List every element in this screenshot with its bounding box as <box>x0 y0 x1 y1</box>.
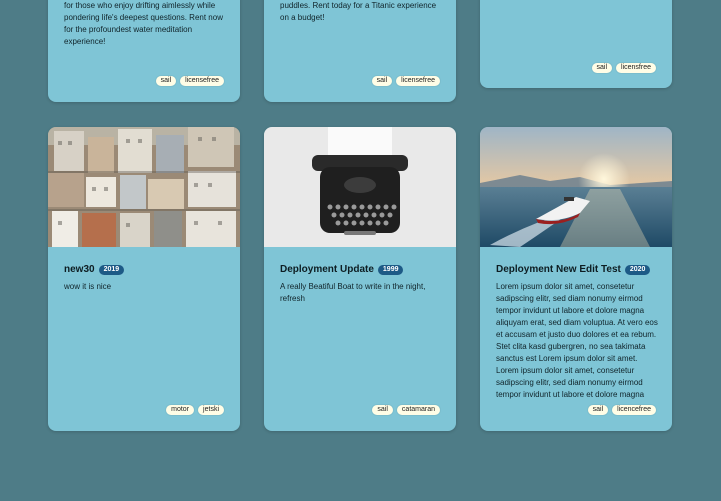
card-title-row: Deployment Update 1999 <box>280 264 404 275</box>
card-description: Lorem ipsum dolor sit amet, consetetur s… <box>496 282 658 399</box>
card-tags: sail licencefree <box>587 405 656 415</box>
boat-card[interactable]: Deployment Update 1999 A really Beatiful… <box>264 127 456 431</box>
card-tags: sail licensefree <box>371 76 440 86</box>
city-rooftops-photo <box>48 127 240 247</box>
year-badge: 2019 <box>98 264 125 275</box>
card-title[interactable]: Deployment Update <box>280 264 374 275</box>
speedboat-sunset-photo <box>480 127 672 247</box>
boat-listing-grid: for those who enjoy drifting aimlessly w… <box>0 0 721 501</box>
tag-badge[interactable]: sail <box>372 405 393 415</box>
card-description: for those who enjoy drifting aimlessly w… <box>64 1 223 46</box>
boat-card[interactable]: new30 2019 wow it is nice motor jetski <box>48 127 240 431</box>
card-description: wow it is nice <box>64 282 112 291</box>
tag-badge[interactable]: licensefree <box>396 76 440 86</box>
tag-badge[interactable]: licensfree <box>616 63 656 73</box>
boat-card[interactable]: sail licensfree <box>480 0 672 88</box>
tag-badge[interactable]: sail <box>371 76 393 86</box>
card-tags: sail licensefree <box>155 76 224 86</box>
tag-badge[interactable]: catamaran <box>396 405 440 415</box>
tag-badge[interactable]: motor <box>166 405 195 415</box>
tag-badge[interactable]: jetski <box>198 405 224 415</box>
year-badge: 2020 <box>624 264 651 275</box>
card-title[interactable]: Deployment New Edit Test <box>496 264 621 275</box>
tag-badge[interactable]: sail <box>155 76 177 86</box>
tag-badge[interactable]: licensefree <box>180 76 224 86</box>
card-title[interactable]: new30 <box>64 264 95 275</box>
boat-card[interactable]: for those who enjoy drifting aimlessly w… <box>48 0 240 102</box>
card-description: puddles. Rent today for a Titanic experi… <box>280 1 437 22</box>
tag-badge[interactable]: licencefree <box>612 405 656 415</box>
tag-badge[interactable]: sail <box>587 405 609 415</box>
boat-card[interactable]: Deployment New Edit Test 2020 Lorem ipsu… <box>480 127 672 431</box>
typewriter-photo <box>264 127 456 247</box>
card-description: A really Beatiful Boat to write in the n… <box>280 282 426 303</box>
card-title-row: Deployment New Edit Test 2020 <box>496 264 651 275</box>
card-tags: sail catamaran <box>372 405 440 415</box>
boat-card[interactable]: puddles. Rent today for a Titanic experi… <box>264 0 456 102</box>
year-badge: 1999 <box>377 264 404 275</box>
card-tags: motor jetski <box>166 405 224 415</box>
card-title-row: new30 2019 <box>64 264 125 275</box>
card-tags: sail licensfree <box>591 63 656 73</box>
tag-badge[interactable]: sail <box>591 63 613 73</box>
